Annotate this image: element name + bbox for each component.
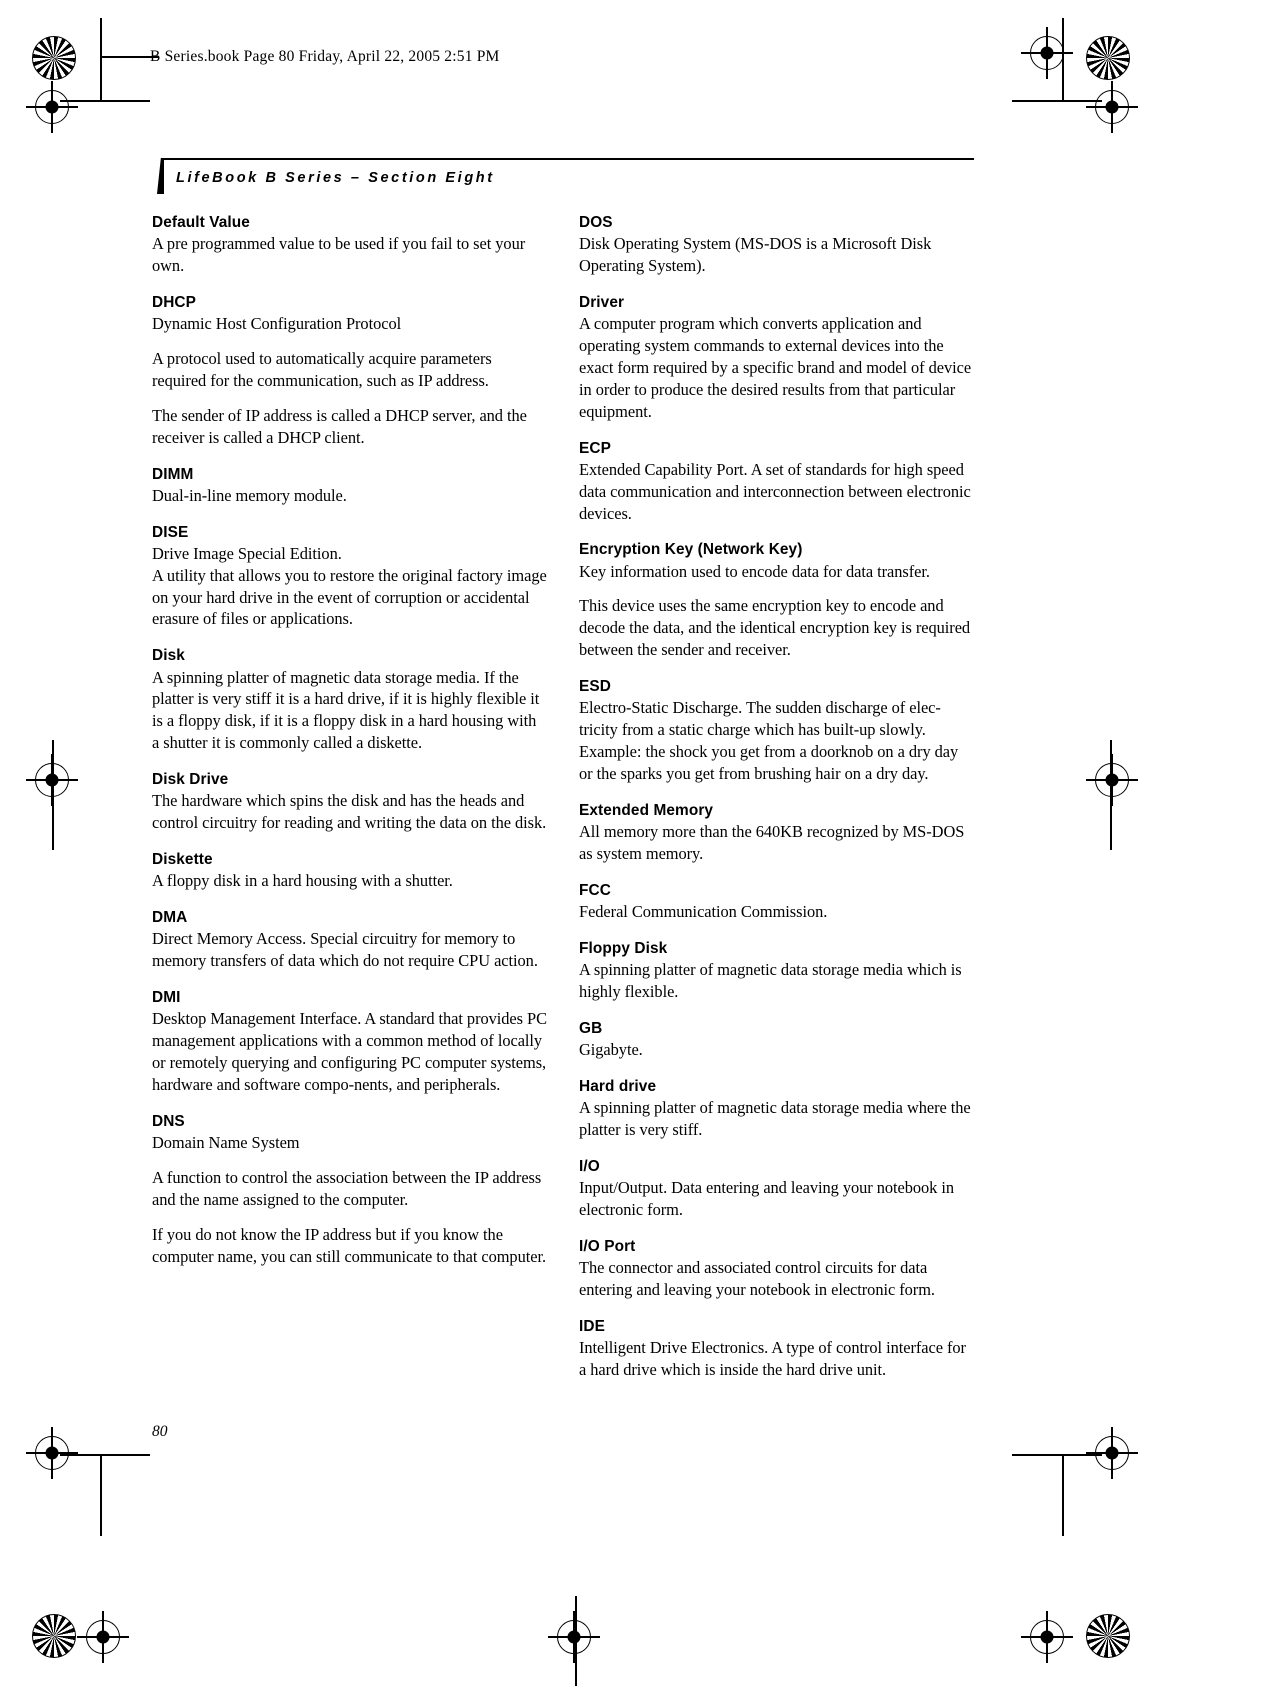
registration-mark-right-lower bbox=[1086, 1427, 1138, 1479]
glossary-term: DOS bbox=[579, 214, 613, 231]
registration-mark-right-upper bbox=[1086, 81, 1138, 133]
glossary-definition: Input/Output. Data entering and leaving … bbox=[579, 1178, 955, 1219]
glossary-term: Encryption Key (Network Key) bbox=[579, 541, 803, 559]
crop-line-top-right-horizontal bbox=[1012, 100, 1102, 102]
registration-mark-bottom-center bbox=[548, 1611, 600, 1663]
glossary-definition: Direct Memory Access. Special circuitry … bbox=[152, 929, 538, 971]
crop-line-bottom-right-vertical bbox=[1062, 1454, 1064, 1536]
glossary-definition: A computer program which converts applic… bbox=[579, 314, 972, 421]
glossary-definition: Gigabyte. bbox=[579, 1040, 643, 1060]
glossary-term: GB bbox=[579, 1019, 603, 1037]
glossary-term: Extended Memory bbox=[579, 801, 714, 819]
crop-line-bottom-center-vertical bbox=[575, 1596, 577, 1686]
glossary-term: Floppy Disk bbox=[579, 939, 668, 957]
header-rule bbox=[163, 158, 974, 160]
glossary-definition: Federal Communication Commission. bbox=[579, 902, 828, 922]
glossary-definition: Disk Operating System (MS-DOS is a Micro… bbox=[579, 234, 932, 276]
glossary-definition: The hardware which spins the disk and ha… bbox=[152, 791, 547, 833]
glossary-term: DISE bbox=[152, 523, 189, 541]
glossary-term: Disk Drive bbox=[152, 771, 229, 789]
glossary-definition: Domain Name System bbox=[152, 1132, 300, 1152]
glossary-definition: A protocol used to automatically acquire… bbox=[152, 349, 492, 390]
glossary-term: DMA bbox=[152, 909, 188, 927]
document-page: B Series.book Page 80 Friday, April 22, … bbox=[0, 0, 1263, 1706]
glossary-definition: A spinning platter of magnetic data stor… bbox=[579, 960, 962, 1001]
crop-line-bottom-left-horizontal bbox=[60, 1454, 150, 1456]
glossary-term: Disk bbox=[152, 647, 185, 665]
running-head: LifeBook B Series – Section Eight bbox=[176, 170, 495, 186]
column-left: Default Value A pre programmed value to b… bbox=[152, 214, 547, 1381]
glossary-definition: Electro-Static Discharge. The sudden dis… bbox=[579, 698, 959, 783]
glossary-term: Default Value bbox=[152, 214, 250, 231]
registration-mark-top-left bbox=[1021, 27, 1073, 79]
glossary-definition: Dynamic Host Configuration Protocol bbox=[152, 314, 402, 334]
crop-line-top-right-vertical bbox=[1062, 18, 1064, 100]
file-slug-line: B Series.book Page 80 Friday, April 22, … bbox=[150, 48, 500, 65]
glossary-definition: Key information used to encode data for … bbox=[579, 561, 930, 581]
glossary-term: ESD bbox=[579, 678, 611, 696]
glossary-term: ECP bbox=[579, 439, 611, 457]
glossary-definition: The sender of IP address is called a DHC… bbox=[152, 405, 527, 447]
glossary-definition: If you do not know the IP address but if… bbox=[152, 1224, 547, 1266]
registration-mark-bottom-right bbox=[1021, 1611, 1073, 1663]
crop-line-bottom-left-vertical bbox=[100, 1454, 102, 1536]
glossary-term: Driver bbox=[579, 293, 625, 311]
glossary-term: DHCP bbox=[152, 293, 197, 311]
registration-mark-left-lower bbox=[26, 1427, 78, 1479]
crop-line-top-left-horizontal bbox=[60, 100, 150, 102]
glossary-term: IDE bbox=[579, 1317, 605, 1335]
glossary-definition: A pre programmed value to be used if you… bbox=[152, 234, 526, 276]
glossary-definition: Dual-in-line memory module. bbox=[152, 485, 347, 505]
crop-line-left-middle bbox=[52, 740, 54, 850]
glossary-term: Diskette bbox=[152, 851, 213, 869]
starburst-mark-top-left bbox=[32, 36, 76, 80]
glossary-definition: Drive Image Special Edition. A utility th… bbox=[152, 543, 547, 629]
registration-mark-bottom-left bbox=[77, 1611, 129, 1663]
glossary-term: DNS bbox=[152, 1112, 185, 1130]
crop-line-bottom-right-horizontal bbox=[1012, 1454, 1102, 1456]
starburst-mark-bottom-right bbox=[1086, 1614, 1130, 1658]
starburst-mark-bottom-left bbox=[32, 1614, 76, 1658]
glossary-definition: A function to control the association be… bbox=[152, 1167, 542, 1209]
crop-line-right-middle bbox=[1110, 740, 1112, 850]
glossary-definition: Intelligent Drive Electronics. A type of… bbox=[579, 1337, 966, 1379]
glossary-term: DMI bbox=[152, 989, 181, 1007]
glossary-definition: The connector and associated control cir… bbox=[579, 1258, 935, 1299]
glossary-term: I/O bbox=[579, 1157, 600, 1175]
glossary-term: DIMM bbox=[152, 465, 194, 483]
glossary-definition: Desktop Management Interface. A standard… bbox=[152, 1009, 547, 1094]
header-tick-mark bbox=[157, 158, 164, 194]
glossary-term: I/O Port bbox=[579, 1237, 636, 1255]
glossary-term: Hard drive bbox=[579, 1077, 657, 1095]
column-right: DOS Disk Operating System (MS-DOS is a Mi… bbox=[579, 214, 974, 1381]
page-number: 80 bbox=[152, 1423, 168, 1440]
glossary-definition: This device uses the same encryption key… bbox=[579, 596, 971, 660]
body-columns: Default Value A pre programmed value to b… bbox=[152, 214, 974, 1381]
glossary-definition: A spinning platter of magnetic data stor… bbox=[152, 667, 540, 753]
starburst-mark-top-right bbox=[1086, 36, 1130, 80]
crop-line-top-left-vertical bbox=[100, 18, 102, 100]
registration-mark-right-middle bbox=[1086, 754, 1138, 806]
glossary-term: FCC bbox=[579, 881, 611, 899]
glossary-definition: A spinning platter of magnetic data stor… bbox=[579, 1098, 971, 1139]
registration-mark-left-upper bbox=[26, 81, 78, 133]
glossary-definition: Extended Capability Port. A set of stand… bbox=[579, 459, 971, 523]
glossary-definition: A floppy disk in a hard housing with a s… bbox=[152, 871, 453, 891]
glossary-definition: All memory more than the 640KB recognize… bbox=[579, 822, 965, 863]
